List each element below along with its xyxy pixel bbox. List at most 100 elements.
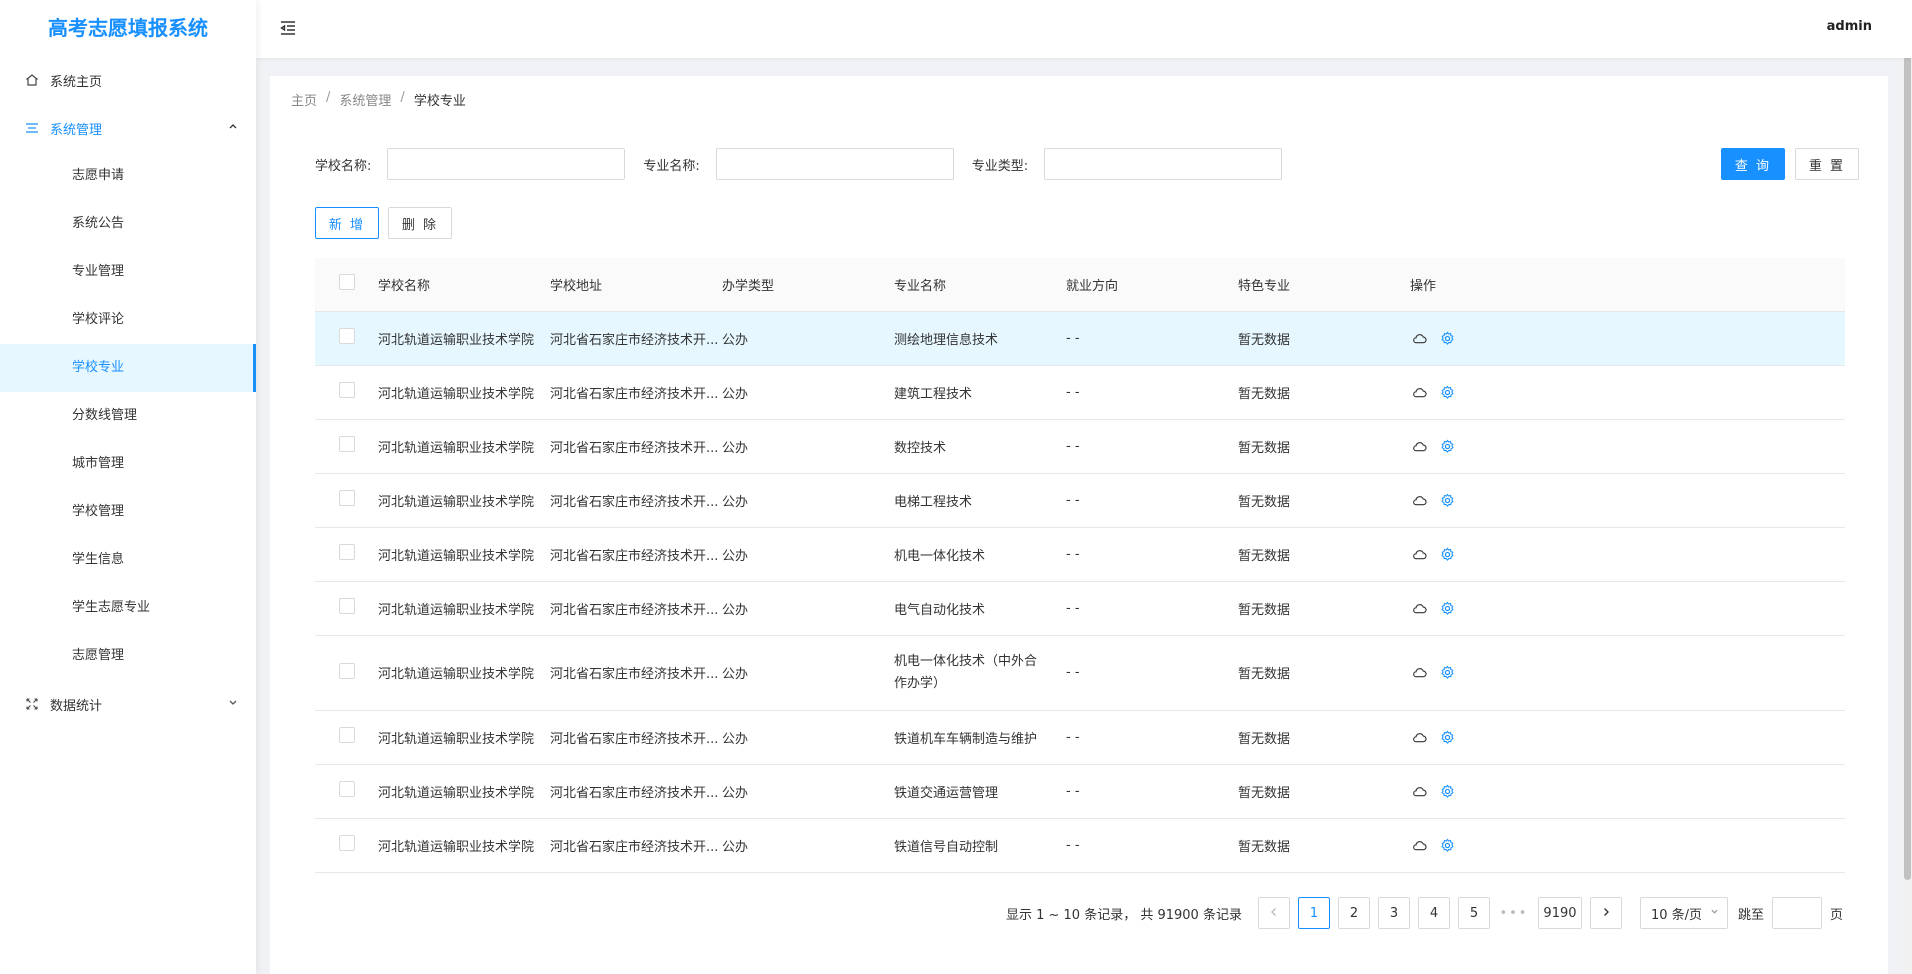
- last-page-button[interactable]: 9190: [1537, 897, 1582, 929]
- breadcrumb-system[interactable]: 系统管理: [339, 90, 391, 109]
- cloud-icon[interactable]: [1410, 836, 1428, 854]
- prev-page-button[interactable]: [1257, 897, 1290, 929]
- user-name[interactable]: admin: [1827, 19, 1872, 34]
- page-button[interactable]: 1: [1297, 897, 1330, 929]
- table-row[interactable]: 河北轨道运输职业技术学院 河北省石家庄市经济技术开... 公办 测绘地理信息技术 - -…: [315, 311, 1845, 366]
- menu-fold-icon[interactable]: [278, 18, 298, 38]
- career-direction-cell: - -: [1066, 818, 1238, 873]
- cloud-icon[interactable]: [1410, 728, 1428, 746]
- page-button[interactable]: 2: [1337, 897, 1370, 929]
- row-checkbox[interactable]: [315, 527, 378, 582]
- sidebar-item-volunteer-management[interactable]: 志愿管理: [0, 632, 256, 680]
- gear-icon[interactable]: [1438, 599, 1456, 617]
- row-checkbox[interactable]: [315, 710, 378, 765]
- gear-icon[interactable]: [1438, 383, 1456, 401]
- column-header: 专业名称: [894, 258, 1066, 312]
- cloud-icon[interactable]: [1410, 782, 1428, 800]
- sidebar-item-home[interactable]: 系统主页: [0, 56, 256, 104]
- major-name-input[interactable]: [715, 148, 954, 180]
- table-row[interactable]: 河北轨道运输职业技术学院 河北省石家庄市经济技术开... 公办 机电一体化技术（中外合…: [315, 635, 1845, 711]
- sidebar-item-student-major[interactable]: 学生志愿专业: [0, 584, 256, 632]
- operations-cell: [1410, 581, 1845, 636]
- table-row[interactable]: 河北轨道运输职业技术学院 河北省石家庄市经济技术开... 公办 电梯工程技术 - - 暂无…: [315, 473, 1845, 528]
- gear-icon[interactable]: [1438, 782, 1456, 800]
- sidebar-item-city[interactable]: 城市管理: [0, 440, 256, 488]
- column-header: 学校地址: [550, 258, 722, 312]
- school-type-cell: 公办: [722, 818, 894, 873]
- gear-icon[interactable]: [1438, 728, 1456, 746]
- next-page-button[interactable]: [1589, 897, 1622, 929]
- sidebar-group-system[interactable]: 系统管理: [0, 104, 256, 152]
- table-row[interactable]: 河北轨道运输职业技术学院 河北省石家庄市经济技术开... 公办 铁道信号自动控制 - -…: [315, 818, 1845, 873]
- row-checkbox[interactable]: [315, 635, 378, 711]
- sidebar-item-announcement[interactable]: 系统公告: [0, 200, 256, 248]
- school-name-cell: 河北轨道运输职业技术学院: [378, 818, 550, 873]
- cloud-icon[interactable]: [1410, 491, 1428, 509]
- cloud-icon[interactable]: [1410, 545, 1428, 563]
- delete-button[interactable]: 删 除: [388, 207, 452, 239]
- table-row[interactable]: 河北轨道运输职业技术学院 河北省石家庄市经济技术开... 公办 铁道交通运营管理 - -…: [315, 764, 1845, 819]
- row-checkbox[interactable]: [315, 764, 378, 819]
- gear-icon[interactable]: [1438, 329, 1456, 347]
- table-row[interactable]: 河北轨道运输职业技术学院 河北省石家庄市经济技术开... 公办 电气自动化技术 - -暂…: [315, 581, 1845, 636]
- sidebar-item-school-management[interactable]: 学校管理: [0, 488, 256, 536]
- sidebar-item-student-info[interactable]: 学生信息: [0, 536, 256, 584]
- gear-icon[interactable]: [1438, 491, 1456, 509]
- page-ellipsis[interactable]: •••: [1497, 897, 1530, 929]
- cloud-icon[interactable]: [1410, 383, 1428, 401]
- table-row[interactable]: 河北轨道运输职业技术学院 河北省石家庄市经济技术开... 公办 铁道机车车辆制造与维护…: [315, 710, 1845, 765]
- career-direction-cell: - -: [1066, 710, 1238, 765]
- page-button[interactable]: 5: [1457, 897, 1490, 929]
- cloud-icon[interactable]: [1410, 599, 1428, 617]
- sidebar-group-stats[interactable]: 数据统计: [0, 680, 256, 728]
- page-button[interactable]: 3: [1377, 897, 1410, 929]
- sidebar: 高考志愿填报系统 系统主页 系统管理 志愿申请 系统公告 专业管理 学校评论 学…: [0, 0, 256, 974]
- school-type-cell: 公办: [722, 635, 894, 711]
- sidebar-item-score-line[interactable]: 分数线管理: [0, 392, 256, 440]
- gear-icon[interactable]: [1438, 664, 1456, 682]
- jump-label: 跳至: [1737, 907, 1764, 923]
- row-checkbox[interactable]: [315, 419, 378, 474]
- row-checkbox[interactable]: [315, 311, 378, 366]
- table-row[interactable]: 河北轨道运输职业技术学院 河北省石家庄市经济技术开... 公办 数控技术 - - 暂无数据: [315, 419, 1845, 474]
- cloud-icon[interactable]: [1410, 329, 1428, 347]
- fullscreen-icon: [24, 696, 40, 712]
- gear-icon[interactable]: [1438, 545, 1456, 563]
- sidebar-item-label: 系统主页: [50, 74, 103, 90]
- cloud-icon[interactable]: [1410, 437, 1428, 455]
- school-address-cell: 河北省石家庄市经济技术开...: [550, 635, 722, 711]
- scrollbar-thumb[interactable]: [1904, 0, 1911, 880]
- add-button[interactable]: 新 增: [315, 207, 379, 239]
- sidebar-item-school-comment[interactable]: 学校评论: [0, 296, 256, 344]
- breadcrumb-home[interactable]: 主页: [291, 90, 317, 109]
- school-address-cell: 河北省石家庄市经济技术开...: [550, 710, 722, 765]
- page-button[interactable]: 4: [1417, 897, 1450, 929]
- cloud-icon[interactable]: [1410, 664, 1428, 682]
- action-buttons: 新 增 删 除: [315, 207, 452, 239]
- sidebar-group-label: 数据统计: [50, 698, 103, 714]
- page-size-select[interactable]: 10 条/页: [1639, 897, 1728, 929]
- row-checkbox[interactable]: [315, 818, 378, 873]
- row-checkbox[interactable]: [315, 473, 378, 528]
- major-type-input[interactable]: [1044, 148, 1283, 180]
- row-checkbox[interactable]: [315, 581, 378, 636]
- row-checkbox[interactable]: [315, 365, 378, 420]
- reset-button[interactable]: 重 置: [1795, 148, 1859, 180]
- query-button[interactable]: 查 询: [1721, 148, 1785, 180]
- school-name-label: 学校名称:: [315, 158, 372, 174]
- gear-icon[interactable]: [1438, 836, 1456, 854]
- gear-icon[interactable]: [1438, 437, 1456, 455]
- table-row[interactable]: 河北轨道运输职业技术学院 河北省石家庄市经济技术开... 公办 机电一体化技术 - -暂…: [315, 527, 1845, 582]
- jump-page-input[interactable]: [1771, 897, 1822, 929]
- school-name-cell: 河北轨道运输职业技术学院: [378, 419, 550, 474]
- sidebar-item-major-management[interactable]: 专业管理: [0, 248, 256, 296]
- school-address-cell: 河北省石家庄市经济技术开...: [550, 473, 722, 528]
- sidebar-item-school-major[interactable]: 学校专业: [0, 344, 256, 392]
- school-name-input[interactable]: [387, 148, 626, 180]
- vertical-scrollbar[interactable]: [1902, 0, 1912, 974]
- top-header: admin: [256, 0, 1912, 58]
- search-form: 学校名称: 专业名称: 专业类型:: [315, 148, 1300, 180]
- table-row[interactable]: 河北轨道运输职业技术学院 河北省石家庄市经济技术开... 公办 建筑工程技术 - - 暂无…: [315, 365, 1845, 420]
- sidebar-item-volunteer-apply[interactable]: 志愿申请: [0, 152, 256, 200]
- select-all-checkbox[interactable]: [315, 258, 378, 312]
